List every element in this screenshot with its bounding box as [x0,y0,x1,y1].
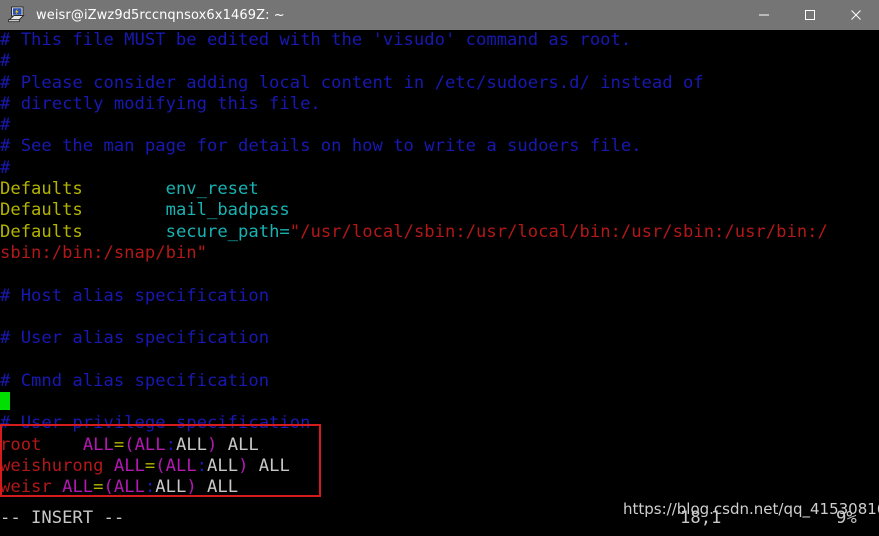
cursor-position-indicator: 18,1 [680,508,722,528]
terminal-line: Defaults env_reset [0,179,879,200]
terminal-line: # User privilege specification [0,413,879,434]
terminal-text-segment: ALL [165,455,197,476]
terminal-text-segment: "/usr/local/sbin:/usr/local/bin:/usr/sbi… [289,221,828,242]
terminal-text-segment: ( [155,455,166,476]
terminal-text-segment: # Cmnd alias specification [0,370,270,391]
vim-mode-indicator: -- INSERT -- [0,508,125,528]
terminal-text-segment: ALL [207,455,239,476]
terminal-text-segment: Defaults [0,200,83,221]
terminal-line: # Host alias specification [0,286,879,307]
terminal-text-segment: ALL [113,477,145,498]
terminal-text-segment: ALL [196,477,239,498]
terminal-line: # User alias specification [0,328,879,349]
terminal-text-segment: ALL [155,477,187,498]
terminal-text-segment: = [113,434,125,455]
window-controls [741,0,879,30]
terminal-text-segment: # [0,51,11,72]
terminal-text-segment: # See the man page for details on how to… [0,136,642,157]
terminal-line: # Please consider adding local content i… [0,73,879,94]
terminal-text-segment: Defaults [0,221,83,242]
terminal-text-segment: weishurong [0,455,104,476]
terminal-text-segment: env_reset [165,179,259,200]
window-title: weisr@iZwz9d5rccnqnsox6x1469Z: ~ [36,7,285,23]
terminal-text-segment: ALL [62,477,94,498]
minimize-button[interactable] [741,0,787,30]
terminal-text-segment: = [93,477,104,498]
putty-terminal-window: weisr@iZwz9d5rccnqnsox6x1469Z: ~ # This … [0,0,879,536]
vim-status-line: -- INSERT -- 18,1 9% [0,508,879,532]
terminal-text-segment: # This file MUST be edited with the 'vis… [0,30,632,50]
title-bar: weisr@iZwz9d5rccnqnsox6x1469Z: ~ [0,0,879,30]
terminal-text-area[interactable]: # This file MUST be edited with the 'vis… [0,30,879,536]
maximize-button[interactable] [787,0,833,30]
terminal-text-segment: : [196,455,208,476]
terminal-line: # directly modifying this file. [0,94,879,115]
terminal-text-segment: secure_path= [165,221,290,242]
terminal-text-segment: ) [186,477,197,498]
terminal-line: # See the man page for details on how to… [0,136,879,157]
terminal-text-segment: ALL [217,434,259,455]
text-cursor [0,392,11,411]
scroll-percent-indicator: 9% [836,508,857,528]
terminal-line: Defaults secure_path="/usr/local/sbin:/u… [0,222,879,243]
terminal-text-segment: # [0,115,11,136]
terminal-text-segment: # User privilege specification [0,413,311,434]
terminal-line: # [0,51,879,72]
terminal-text-segment: Defaults [0,179,83,200]
terminal-text-segment: ) [207,434,218,455]
terminal-text-segment: # Please consider adding local content i… [0,72,704,93]
terminal-text-segment: ) [238,455,249,476]
terminal-line: # [0,115,879,136]
terminal-text-segment: # [0,157,11,178]
terminal-line: root ALL=(ALL:ALL) ALL [0,435,879,456]
terminal-text-segment: # User alias specification [0,328,270,349]
terminal-text-segment: weisr [0,477,52,498]
terminal-text-segment: ( [103,477,114,498]
close-button[interactable] [833,0,879,30]
terminal-text-segment: ALL [82,434,114,455]
terminal-line [0,392,879,413]
terminal-line: Defaults mail_badpass [0,200,879,221]
terminal-line: weisr ALL=(ALL:ALL) ALL [0,477,879,498]
terminal-text-segment: # directly modifying this file. [0,93,321,114]
terminal-text-segment: ALL [175,434,208,455]
terminal-line: # This file MUST be edited with the 'vis… [0,30,879,51]
terminal-text-segment: ALL [248,455,290,476]
terminal-text-segment: ALL [113,455,145,476]
terminal-text-segment: mail_badpass [165,200,290,221]
terminal-line: sbin:/bin:/snap/bin" [0,243,879,264]
terminal-text-segment: # Host alias specification [0,285,270,306]
terminal-text-segment: : [165,434,176,455]
terminal-text-segment: = [144,455,156,476]
terminal-line: weishurong ALL=(ALL:ALL) ALL [0,456,879,477]
terminal-line: # Cmnd alias specification [0,371,879,392]
terminal-text-segment: ( [124,434,135,455]
terminal-text-segment: root [0,434,42,455]
terminal-line: # [0,158,879,179]
terminal-text-segment: ALL [134,434,166,455]
terminal-text-segment: : [144,477,156,498]
putty-icon [4,2,30,28]
terminal-text-segment: sbin:/bin:/snap/bin" [0,242,207,263]
